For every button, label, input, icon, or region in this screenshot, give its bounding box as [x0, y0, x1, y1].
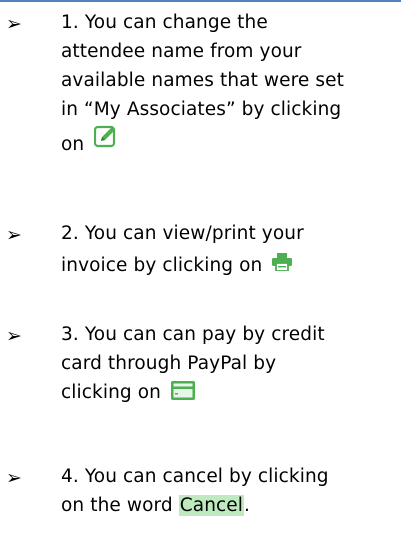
item-3-line-2: card through PayPal by	[61, 353, 277, 374]
list-item-3-text: 3. You can can pay by credit card throug…	[61, 320, 397, 407]
item-4-period: .	[244, 495, 250, 516]
item-2-line-2: invoice by clicking on	[61, 248, 397, 284]
arrow-bullet-icon: ➢	[6, 13, 22, 35]
item-3-line-3: clicking on	[61, 378, 397, 407]
item-4-line-1: 4. You can cancel by clicking	[61, 466, 329, 487]
item-4-line-2-text: on the word	[61, 495, 173, 516]
item-3-line-3-text: clicking on	[61, 382, 161, 403]
item-1-line-5: on	[61, 124, 397, 160]
item-1-line-3: available names that were set	[61, 70, 344, 91]
top-rule	[0, 0, 401, 2]
list-item-2-text: 2. You can view/print your invoice by cl…	[61, 219, 397, 284]
item-1-line-4: in “My Associates” by clicking	[61, 99, 342, 120]
cancel-link[interactable]: Cancel	[178, 495, 245, 516]
item-2-line-2-text: invoice by clicking on	[61, 255, 263, 276]
arrow-bullet-icon: ➢	[6, 325, 22, 347]
item-1-line-1: 1. You can change the	[61, 12, 268, 33]
item-3-line-1: 3. You can can pay by credit	[61, 324, 325, 345]
item-4-line-2: on the word Cancel.	[61, 491, 397, 520]
item-1-line-5-text: on	[61, 134, 85, 155]
list-item-4-text: 4. You can cancel by clicking on the wor…	[61, 462, 397, 520]
arrow-bullet-icon: ➢	[6, 467, 22, 489]
edit-icon[interactable]	[94, 124, 118, 161]
item-1-line-2: attendee name from your	[61, 41, 302, 62]
arrow-bullet-icon: ➢	[6, 224, 22, 246]
item-2-line-1: 2. You can view/print your	[61, 223, 304, 244]
credit-card-icon[interactable]	[170, 380, 195, 409]
list-item-1-text: 1. You can change the attendee name from…	[61, 8, 397, 160]
print-icon[interactable]	[272, 248, 293, 284]
